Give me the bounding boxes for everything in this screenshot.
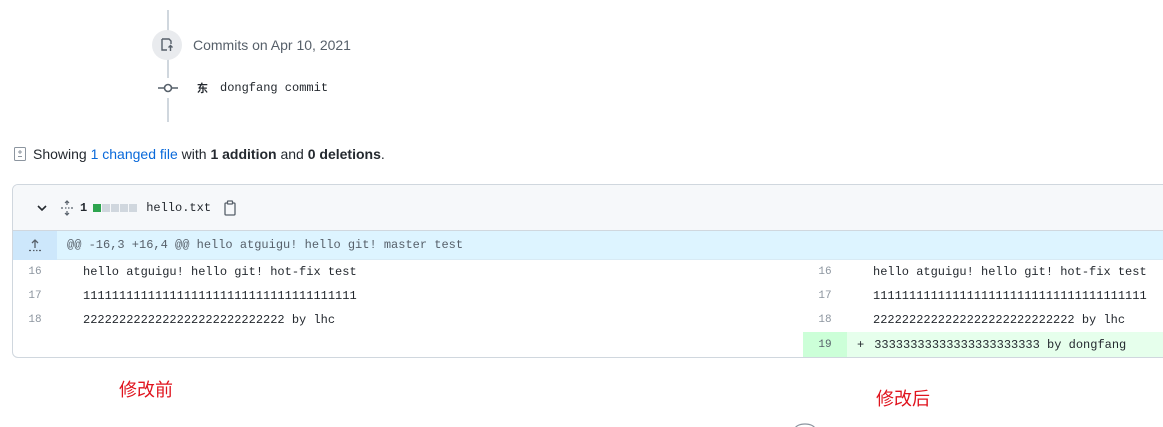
line-number[interactable]: 18 bbox=[803, 314, 847, 326]
annotation-before: 修改前 bbox=[119, 380, 173, 401]
diffstat-block bbox=[120, 203, 129, 212]
author-avatar[interactable]: 东 bbox=[197, 80, 208, 96]
diff-line-added: 19 + 33333333333333333333333 by dongfang bbox=[803, 332, 1163, 357]
diff-line: 16 hello atguigu! hello git! hot-fix tes… bbox=[803, 260, 1163, 284]
diff-left-side: 16 hello atguigu! hello git! hot-fix tes… bbox=[13, 260, 803, 357]
git-commit-push-icon bbox=[152, 30, 182, 60]
annotation-after: 修改后 bbox=[876, 389, 930, 410]
line-code: 2222222222222222222222222222 by lhc bbox=[83, 313, 336, 327]
line-code: 2222222222222222222222222222 by lhc bbox=[873, 313, 1126, 327]
partial-circle-icon bbox=[790, 419, 820, 427]
commit-diff-page: Commits on Apr 10, 2021 东 dongfang commi… bbox=[0, 0, 1163, 427]
split-diff-table: 16 hello atguigu! hello git! hot-fix tes… bbox=[13, 260, 1163, 357]
line-code: 33333333333333333333333 by dongfang bbox=[874, 338, 1127, 352]
diffstat-block bbox=[102, 203, 111, 212]
diff-line: 17 1111111111111111111111111111111111111… bbox=[13, 284, 803, 308]
file-change-count: 1 bbox=[80, 200, 88, 215]
diff-line: 18 2222222222222222222222222222 by lhc bbox=[803, 308, 1163, 332]
line-number[interactable]: 16 bbox=[803, 266, 847, 278]
hunk-header-row: @@ -16,3 +16,4 @@ hello atguigu! hello g… bbox=[13, 230, 1163, 260]
expand-up-icon[interactable] bbox=[13, 230, 57, 260]
file-name-link[interactable]: hello.txt bbox=[146, 201, 211, 215]
line-number[interactable]: 16 bbox=[13, 266, 57, 278]
commits-date-heading: Commits on Apr 10, 2021 bbox=[193, 37, 351, 53]
diff-right-side: 16 hello atguigu! hello git! hot-fix tes… bbox=[803, 260, 1163, 357]
diff-line: 18 2222222222222222222222222222 by lhc bbox=[13, 308, 803, 332]
file-header: 1 hello.txt bbox=[13, 185, 1163, 231]
summary-suffix: . bbox=[380, 146, 385, 162]
diffstat-block bbox=[111, 203, 120, 212]
line-number[interactable]: 18 bbox=[13, 314, 57, 326]
line-code: 11111111111111111111111111111111111111 bbox=[873, 289, 1147, 303]
timeline-line bbox=[167, 10, 169, 122]
expand-all-icon[interactable] bbox=[60, 199, 74, 216]
summary-middle: with bbox=[177, 146, 211, 162]
diff-line: 17 1111111111111111111111111111111111111… bbox=[803, 284, 1163, 308]
diffstat-block bbox=[129, 203, 138, 212]
line-number[interactable]: 19 bbox=[803, 332, 847, 357]
diff-line: 16 hello atguigu! hello git! hot-fix tes… bbox=[13, 260, 803, 284]
file-diff-icon bbox=[12, 146, 28, 162]
copy-icon[interactable] bbox=[223, 199, 237, 216]
diffstat-block bbox=[93, 203, 102, 212]
deletions-count: 0 deletions bbox=[307, 146, 381, 162]
commit-node-icon bbox=[158, 78, 178, 98]
addition-sign: + bbox=[857, 338, 865, 352]
additions-count: 1 addition bbox=[210, 146, 277, 162]
diff-summary: Showing 1 changed file with 1 addition a… bbox=[12, 144, 385, 164]
line-code: 11111111111111111111111111111111111111 bbox=[83, 289, 357, 303]
commit-message-link[interactable]: dongfang commit bbox=[220, 81, 328, 95]
summary-and: and bbox=[276, 146, 308, 162]
diff-line-empty bbox=[13, 332, 803, 357]
chevron-down-icon[interactable] bbox=[35, 201, 51, 215]
line-code: hello atguigu! hello git! hot-fix test bbox=[83, 265, 357, 279]
file-diff-container: 1 hello.txt @@ -16,3 +16,4 @@ hello atgu… bbox=[12, 184, 1163, 358]
line-code: hello atguigu! hello git! hot-fix test bbox=[873, 265, 1147, 279]
line-number[interactable]: 17 bbox=[13, 290, 57, 302]
changed-files-link[interactable]: 1 changed file bbox=[91, 146, 178, 162]
commit-item[interactable]: 东 dongfang commit bbox=[158, 78, 328, 98]
commits-group-header: Commits on Apr 10, 2021 bbox=[152, 30, 351, 60]
line-number[interactable]: 17 bbox=[803, 290, 847, 302]
hunk-header-text: @@ -16,3 +16,4 @@ hello atguigu! hello g… bbox=[67, 238, 464, 252]
summary-prefix: Showing bbox=[33, 146, 91, 162]
diffstat-bar bbox=[93, 203, 138, 212]
